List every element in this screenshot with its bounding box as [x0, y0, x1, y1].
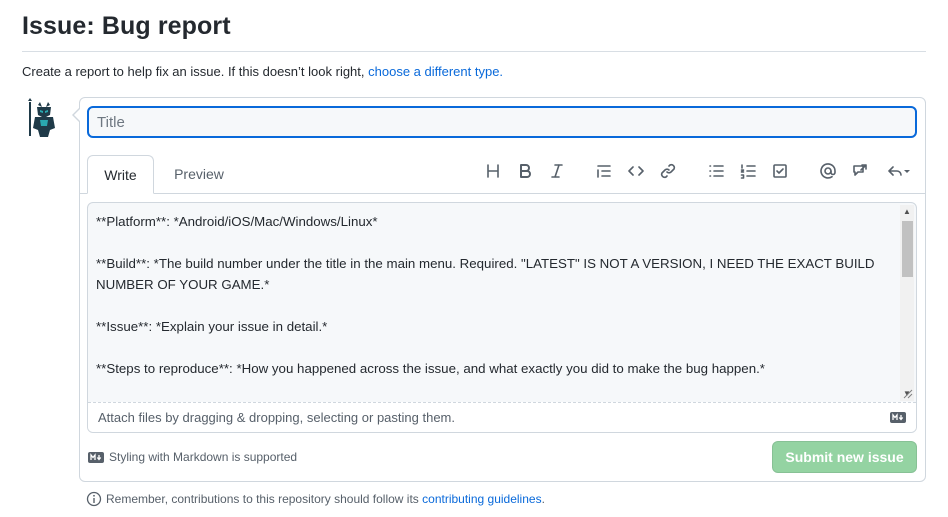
scroll-thumb[interactable]: [902, 221, 913, 277]
numbered-list-icon[interactable]: [737, 160, 759, 182]
editor-line: **Platform**: *Android/iOS/Mac/Windows/L…: [96, 214, 378, 229]
quote-icon[interactable]: [593, 160, 615, 182]
tab-write[interactable]: Write: [87, 155, 154, 194]
tab-preview[interactable]: Preview: [163, 155, 235, 194]
reference-icon[interactable]: [849, 160, 871, 182]
page-title: Issue: Bug report: [22, 12, 231, 40]
editor-line: **Build**: *The build number under the t…: [96, 256, 879, 292]
choose-type-link[interactable]: choose a different type.: [368, 64, 503, 79]
subtitle: Create a report to help fix an issue. If…: [22, 64, 503, 79]
contributing-guidelines-link[interactable]: contributing guidelines: [422, 492, 541, 506]
bulleted-list-icon[interactable]: [705, 160, 727, 182]
bold-icon[interactable]: [514, 160, 536, 182]
subtitle-text: Create a report to help fix an issue. If…: [22, 64, 369, 79]
resize-grip-icon[interactable]: [900, 386, 914, 400]
title-divider: [22, 51, 926, 52]
editor-line: **Issue**: *Explain your issue in detail…: [96, 319, 328, 334]
chevron-down-icon: [904, 170, 910, 173]
link-icon[interactable]: [657, 160, 679, 182]
markdown-icon: [890, 412, 906, 423]
info-icon: [86, 491, 102, 507]
submit-new-issue-button[interactable]: Submit new issue: [772, 441, 917, 473]
italic-icon[interactable]: [546, 160, 568, 182]
avatar[interactable]: [26, 98, 62, 138]
contributing-note: Remember, contributions to this reposito…: [86, 491, 545, 507]
task-list-icon[interactable]: [769, 160, 791, 182]
card-caret-inner: [74, 109, 80, 121]
markdown-icon: [88, 451, 104, 463]
editor-line: **Steps to reproduce**: *How you happene…: [96, 361, 765, 376]
editor-scrollbar[interactable]: ▲ ▼: [900, 205, 914, 401]
saved-replies-icon[interactable]: [883, 160, 915, 182]
title-input[interactable]: [87, 106, 917, 138]
mention-icon[interactable]: [817, 160, 839, 182]
scroll-up-arrow-icon[interactable]: ▲: [900, 205, 914, 219]
issue-body-editor[interactable]: **Platform**: *Android/iOS/Mac/Windows/L…: [87, 202, 917, 433]
markdown-note[interactable]: Styling with Markdown is supported: [88, 450, 297, 464]
issue-body-text[interactable]: **Platform**: *Android/iOS/Mac/Windows/L…: [96, 211, 896, 379]
attach-files-text: Attach files by dragging & dropping, sel…: [98, 410, 455, 425]
code-icon[interactable]: [625, 160, 647, 182]
heading-icon[interactable]: [482, 160, 504, 182]
attach-files-bar[interactable]: Attach files by dragging & dropping, sel…: [88, 402, 916, 432]
markdown-note-text: Styling with Markdown is supported: [109, 450, 298, 464]
contributing-note-text: Remember, contributions to this reposito…: [106, 492, 545, 506]
